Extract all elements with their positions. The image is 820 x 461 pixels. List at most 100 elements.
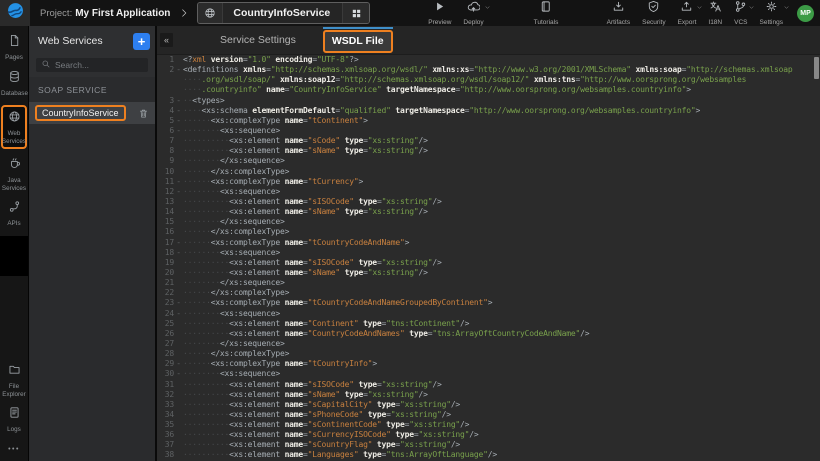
code-line: 17-······<xs:complexType name="tCountryC…: [157, 238, 820, 248]
line-number: 31: [157, 380, 174, 390]
branch-icon: [734, 0, 747, 18]
line-number: 14: [157, 207, 174, 217]
code-line: 13··········<xs:element name="sISOCode" …: [157, 197, 820, 207]
code-line: ····.org/wsdl/soap/" xmlns:soap12="http:…: [157, 75, 820, 85]
service-list-item[interactable]: CountryInfoService: [29, 102, 155, 124]
sidebar-item-pages[interactable]: Pages: [0, 34, 28, 62]
export-label: Export: [678, 19, 697, 26]
code-line: 2-<definitions xmlns="http://schemas.xml…: [157, 65, 820, 75]
code-line: 18-········<xs:sequence>: [157, 248, 820, 258]
fold-marker[interactable]: -: [174, 65, 183, 75]
artifacts-label: Artifacts: [607, 19, 630, 26]
fold-marker: [174, 207, 183, 217]
preview-button[interactable]: Preview: [428, 0, 451, 26]
search-box[interactable]: [36, 58, 148, 72]
sidebar-item-apis[interactable]: APIs: [0, 200, 28, 228]
sidebar-item-web-services[interactable]: Web Services: [1, 105, 27, 149]
database-icon: [8, 70, 21, 88]
line-number: 27: [157, 339, 174, 349]
line-number: 1: [157, 55, 174, 65]
code-line: 31··········<xs:element name="sISOCode" …: [157, 380, 820, 390]
globe-icon: [198, 3, 223, 23]
code-line: 19··········<xs:element name="sISOCode" …: [157, 258, 820, 268]
line-number: 32: [157, 390, 174, 400]
search-icon: [41, 56, 51, 74]
topbar-actions-right: Artifacts Security Export I18N VCS Settings: [601, 0, 789, 26]
code-line: 38··········<xs:element name="Languages"…: [157, 450, 820, 460]
sidebar-item-java-services[interactable]: Java Services: [0, 157, 28, 192]
search-input[interactable]: [51, 60, 143, 70]
line-number: 16: [157, 227, 174, 237]
plug-icon: [8, 200, 21, 218]
fold-marker: [174, 288, 183, 298]
collapse-panel-button[interactable]: «: [160, 33, 173, 47]
i18n-button[interactable]: I18N: [708, 0, 722, 26]
module-sidebar: Pages Databases Web Services Java Services A…: [0, 26, 28, 461]
fold-marker: [174, 430, 183, 440]
code-line: 23-······<xs:complexType name="tCountryC…: [157, 298, 820, 308]
line-number: [157, 75, 174, 85]
fold-marker[interactable]: -: [174, 369, 183, 379]
sidebar-overflow-button[interactable]: •••: [8, 446, 20, 453]
security-button[interactable]: Security: [642, 0, 665, 26]
tab-service-settings[interactable]: Service Settings: [220, 34, 296, 46]
tutorials-button[interactable]: Tutorials: [534, 0, 559, 26]
grid-menu-icon[interactable]: [342, 3, 369, 23]
fold-marker[interactable]: -: [174, 238, 183, 248]
fold-marker[interactable]: -: [174, 298, 183, 308]
search-row: [36, 58, 148, 72]
folder-icon: [8, 363, 21, 381]
avatar[interactable]: MP: [797, 5, 814, 22]
code-line: 35··········<xs:element name="sContinent…: [157, 420, 820, 430]
page-icon: [8, 34, 21, 52]
panel-title: Web Services: [38, 35, 133, 47]
line-number: 23: [157, 298, 174, 308]
line-number: 8: [157, 146, 174, 156]
code-line: 34··········<xs:element name="sPhoneCode…: [157, 410, 820, 420]
app-logo-button[interactable]: [0, 0, 30, 26]
code-line: 30-········<xs:sequence>: [157, 369, 820, 379]
artifacts-button[interactable]: Artifacts: [607, 0, 630, 26]
logdoc-icon: [8, 406, 21, 424]
line-number: 3: [157, 96, 174, 106]
sidebar-item-file-explorer[interactable]: File Explorer: [0, 363, 28, 398]
fold-marker[interactable]: -: [174, 309, 183, 319]
line-number: 9: [157, 156, 174, 166]
fold-marker[interactable]: -: [174, 96, 183, 106]
fold-marker: [174, 217, 183, 227]
line-number: 19: [157, 258, 174, 268]
deploy-button[interactable]: Deploy: [463, 0, 483, 26]
fold-marker[interactable]: -: [174, 248, 183, 258]
tab-wsdl-file[interactable]: WSDL File: [323, 30, 393, 53]
add-service-button[interactable]: +: [133, 33, 150, 50]
fold-marker: [174, 410, 183, 420]
sidebar-item-logs[interactable]: Logs: [0, 406, 28, 434]
trash-icon[interactable]: [138, 108, 149, 119]
code-line: 22······</xs:complexType>: [157, 288, 820, 298]
fold-marker[interactable]: -: [174, 187, 183, 197]
deploy-label: Deploy: [463, 19, 483, 26]
fold-marker[interactable]: -: [174, 359, 183, 369]
service-tab[interactable]: CountryInfoService: [197, 2, 370, 24]
line-number: 21: [157, 278, 174, 288]
fold-marker: [174, 146, 183, 156]
fold-marker[interactable]: -: [174, 177, 183, 187]
line-number: 2: [157, 65, 174, 75]
fold-marker: [174, 440, 183, 450]
export-button[interactable]: Export: [678, 0, 697, 26]
sidebar-item-databases[interactable]: Databases: [0, 70, 28, 98]
fold-marker[interactable]: -: [174, 106, 183, 116]
fold-marker: [174, 55, 183, 65]
topbar-actions-left: Preview Deploy Tutorials: [370, 0, 564, 26]
scrollbar-thumb[interactable]: [814, 57, 819, 79]
fold-marker[interactable]: -: [174, 116, 183, 126]
line-number: 24: [157, 309, 174, 319]
settings-button[interactable]: Settings: [760, 0, 784, 26]
preview-label: Preview: [428, 19, 451, 26]
line-number: 17: [157, 238, 174, 248]
code-line: 26··········<xs:element name="CountryCod…: [157, 329, 820, 339]
line-number: 25: [157, 319, 174, 329]
fold-marker[interactable]: -: [174, 126, 183, 136]
vcs-button[interactable]: VCS: [734, 0, 747, 26]
web-services-panel: Web Services + SOAP SERVICE CountryInfoS…: [28, 26, 155, 461]
